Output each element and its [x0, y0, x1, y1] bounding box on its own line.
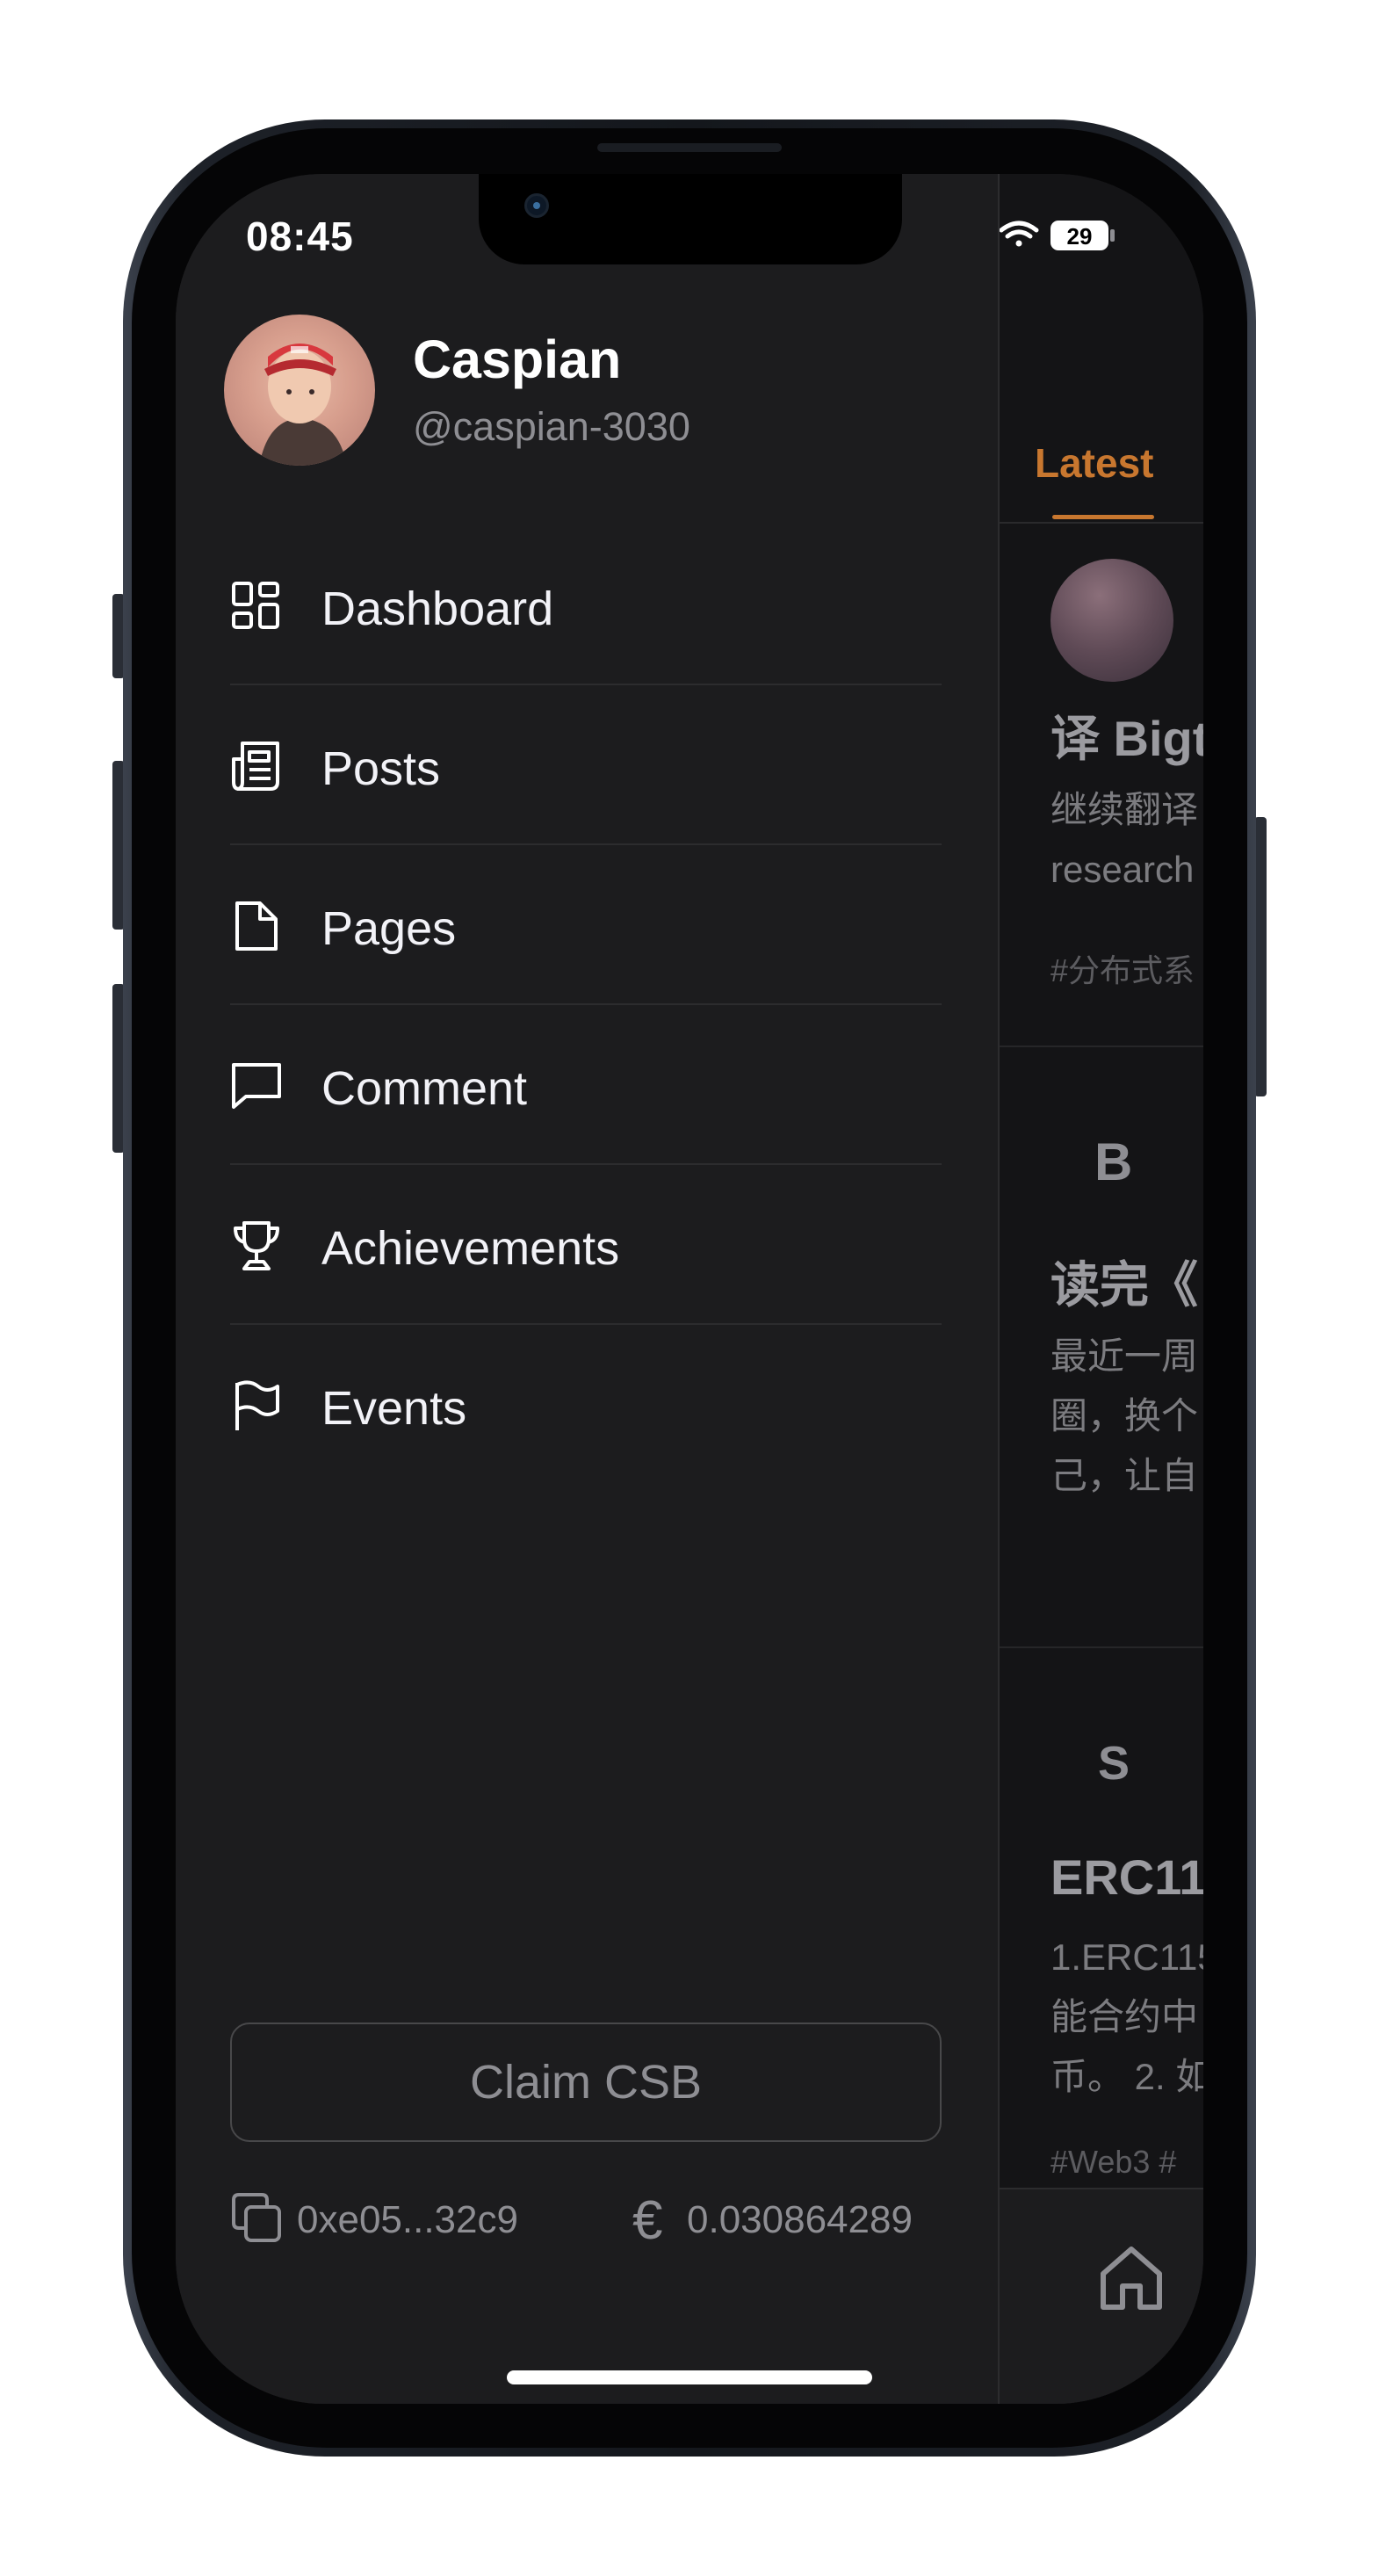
post-author-initial[interactable]: B — [1094, 1132, 1132, 1192]
user-handle: @caspian-3030 — [413, 404, 690, 449]
tab-active-indicator — [1052, 515, 1154, 519]
tab-latest[interactable]: Latest — [1035, 439, 1153, 487]
post-author-avatar[interactable] — [1050, 559, 1173, 682]
menu-item-pages[interactable]: Pages — [230, 845, 942, 1005]
drawer-menu: Dashboard Posts Pages Comment Achievemen… — [230, 525, 942, 1485]
post-excerpt-line: 己，让自 — [1050, 1455, 1199, 1496]
home-indicator[interactable] — [507, 2370, 872, 2384]
notch — [479, 174, 902, 264]
post-excerpt-line: 继续翻译 — [1050, 789, 1199, 830]
file-icon — [235, 901, 278, 951]
menu-item-label: Dashboard — [321, 582, 554, 635]
battery-icon: 29 — [1050, 221, 1115, 250]
menu-item-comment[interactable]: Comment — [230, 1005, 942, 1165]
user-name: Caspian — [413, 329, 622, 389]
earpiece-speaker — [597, 143, 782, 152]
menu-item-label: Achievements — [321, 1222, 620, 1275]
wifi-icon — [1000, 221, 1039, 247]
bottom-tab-bar — [1000, 2188, 1203, 2404]
menu-item-label: Events — [321, 1382, 467, 1435]
tab-divider — [1000, 522, 1203, 524]
comment-icon — [232, 1063, 281, 1109]
dashboard-icon — [232, 582, 279, 629]
post-excerpt-line: 能合约中 — [1050, 1996, 1199, 2037]
avatar[interactable] — [224, 315, 375, 466]
post-excerpt-line: research — [1050, 849, 1195, 890]
post-excerpt-line: 圈，换个 — [1050, 1395, 1199, 1436]
flag-icon — [235, 1380, 279, 1430]
post-divider — [1000, 1646, 1203, 1648]
post-tags[interactable]: #Web3 # — [1050, 2144, 1176, 2181]
status-icons: 29 — [1000, 221, 1115, 250]
wallet-address[interactable]: 0xe05...32c9 — [297, 2198, 518, 2242]
menu-item-dashboard[interactable]: Dashboard — [230, 525, 942, 685]
home-icon[interactable] — [1096, 2242, 1166, 2312]
post-excerpt-line: 最近一周 — [1050, 1335, 1199, 1377]
post-excerpt-line: 1.ERC115 — [1050, 1936, 1203, 1978]
menu-item-posts[interactable]: Posts — [230, 685, 942, 845]
trophy-icon — [234, 1221, 279, 1270]
claim-csb-button[interactable]: Claim CSB — [230, 2022, 942, 2142]
power-button — [1254, 817, 1267, 1096]
wallet-balance: 0.030864289 — [687, 2198, 913, 2241]
menu-item-label: Posts — [321, 742, 441, 795]
newspaper-icon — [232, 742, 279, 791]
menu-item-label: Pages — [321, 902, 457, 955]
avatar-illustration — [259, 344, 347, 466]
side-drawer: 08:45 Caspian @caspian-3030 Dashboard Po… — [176, 174, 998, 2404]
front-camera — [524, 193, 549, 218]
post-title[interactable]: 读完《 — [1050, 1246, 1198, 1317]
copy-icon[interactable] — [230, 2191, 283, 2244]
post-title[interactable]: 译 Bigt — [1050, 699, 1203, 771]
post-tags[interactable]: #分布式系 — [1050, 945, 1195, 991]
background-feed: 29 Latest 译 Bigt 继续翻译 research #分布式系 B 读… — [1000, 174, 1203, 2404]
wallet-info: 0xe05...32c9 € 0.030864289 — [230, 2190, 942, 2251]
post-divider — [1000, 1046, 1203, 1047]
post-excerpt-line: 币。 2. 如 — [1050, 2056, 1203, 2097]
drawer-edge — [998, 174, 1000, 2404]
phone-screen: 29 Latest 译 Bigt 继续翻译 research #分布式系 B 读… — [176, 174, 1203, 2404]
euro-icon: € — [632, 2190, 663, 2251]
status-time: 08:45 — [246, 213, 354, 259]
menu-item-label: Comment — [321, 1062, 528, 1115]
menu-item-achievements[interactable]: Achievements — [230, 1165, 942, 1325]
battery-level: 29 — [1067, 223, 1093, 250]
post-author-initial[interactable]: S — [1098, 1736, 1130, 1791]
menu-item-events[interactable]: Events — [230, 1325, 942, 1485]
post-title[interactable]: ERC115 — [1050, 1849, 1203, 1906]
